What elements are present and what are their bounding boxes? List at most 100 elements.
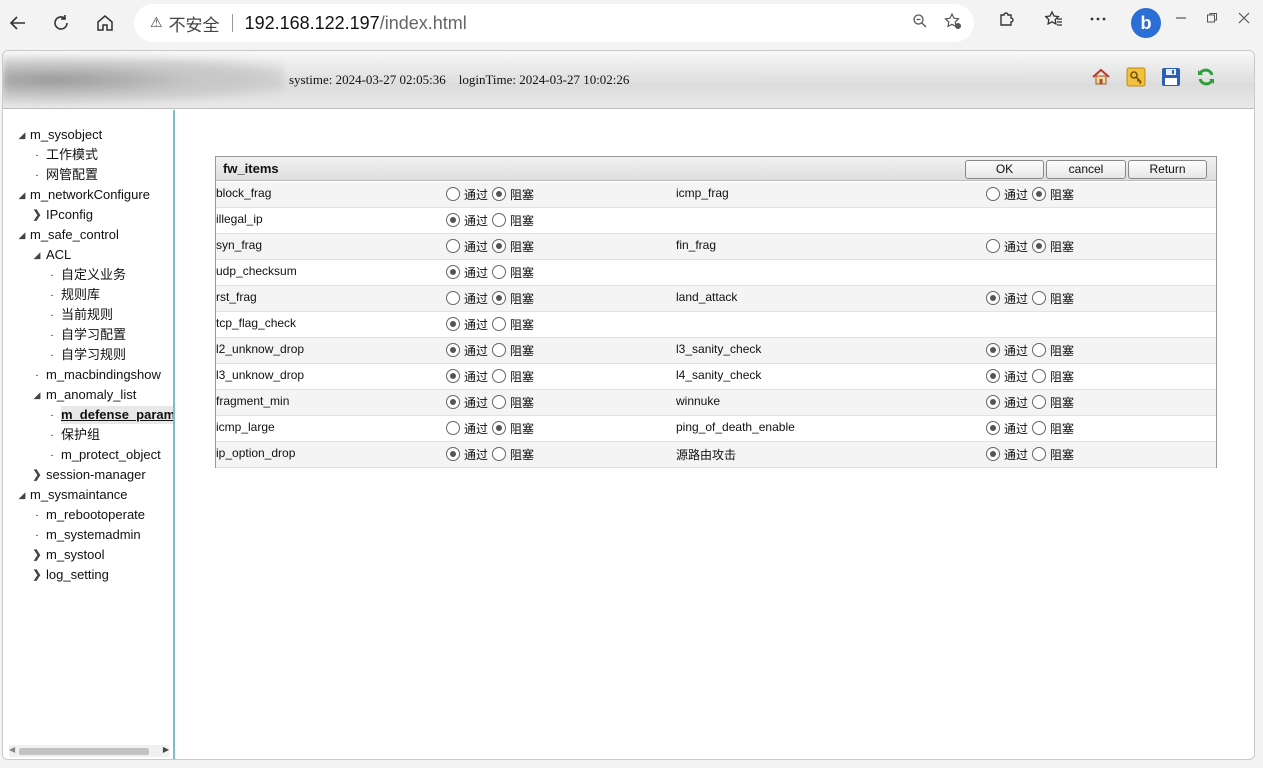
cancel-button[interactable]: cancel (1046, 160, 1126, 179)
return-button[interactable]: Return (1128, 160, 1207, 179)
block-radio[interactable] (1032, 291, 1047, 305)
save-icon[interactable] (1161, 67, 1181, 87)
sidebar-item[interactable]: - m_systemadmin (3, 526, 173, 546)
pass-radio[interactable] (986, 291, 1000, 305)
pass-radio[interactable] (446, 187, 460, 201)
sidebar-item[interactable]: ◢ m_anomaly_list (3, 386, 173, 406)
sidebar-item[interactable]: - 自学习配置 (3, 326, 173, 346)
sidebar-item[interactable]: - 规则库 (3, 286, 173, 306)
expanded-icon[interactable]: ◢ (32, 246, 42, 264)
pass-radio[interactable] (446, 291, 460, 305)
block-radio[interactable] (492, 291, 507, 305)
sidebar-item[interactable]: - m_defense_param (3, 406, 173, 426)
expanded-icon[interactable]: ◢ (32, 386, 42, 404)
pass-label: 通过 (464, 291, 489, 306)
pass-radio[interactable] (446, 369, 460, 383)
sidebar-item[interactable]: ❯ session-manager (3, 466, 173, 486)
sidebar-item[interactable]: - 网管配置 (3, 166, 173, 186)
pass-radio[interactable] (446, 239, 460, 253)
block-radio[interactable] (1032, 187, 1047, 201)
block-radio[interactable] (492, 317, 507, 331)
sidebar-item[interactable]: ❯ log_setting (3, 566, 173, 586)
pass-radio[interactable] (446, 395, 460, 409)
extensions-icon[interactable] (993, 10, 1019, 36)
sidebar-item[interactable]: ❯ IPconfig (3, 206, 173, 226)
block-radio[interactable] (1032, 343, 1047, 357)
collapsed-icon[interactable]: ❯ (32, 466, 42, 484)
home-icon[interactable] (90, 8, 120, 38)
collapsed-icon[interactable]: ❯ (32, 546, 42, 564)
expanded-icon[interactable]: ◢ (17, 226, 27, 244)
close-window-icon[interactable] (1238, 12, 1250, 28)
refresh-icon[interactable] (46, 8, 76, 38)
horizontal-scrollbar[interactable]: ◀ ▶ (9, 745, 169, 757)
sidebar-item[interactable]: - m_protect_object (3, 446, 173, 466)
pass-radio[interactable] (446, 343, 460, 357)
block-radio[interactable] (492, 265, 507, 279)
block-radio[interactable] (492, 187, 507, 201)
sidebar-item[interactable]: ◢ m_sysmaintance (3, 486, 173, 506)
home-icon[interactable] (1091, 67, 1111, 87)
add-favorite-icon[interactable] (944, 12, 962, 35)
ok-button[interactable]: OK (965, 160, 1044, 179)
pass-radio[interactable] (986, 369, 1000, 383)
expanded-icon[interactable]: ◢ (17, 186, 27, 204)
sidebar-item[interactable]: - 当前规则 (3, 306, 173, 326)
refresh-data-icon[interactable] (1196, 67, 1216, 87)
empty-cell (676, 208, 1216, 233)
sidebar-item[interactable]: ◢ ACL (3, 246, 173, 266)
favorites-icon[interactable] (1041, 10, 1067, 36)
sidebar-item[interactable]: - 保护组 (3, 426, 173, 446)
sidebar-item[interactable]: - m_rebootoperate (3, 506, 173, 526)
scroll-right-icon[interactable]: ▶ (163, 745, 169, 754)
sidebar-item[interactable]: - 工作模式 (3, 146, 173, 166)
pass-radio[interactable] (446, 447, 460, 461)
expanded-icon[interactable]: ◢ (17, 126, 27, 144)
pass-radio[interactable] (446, 213, 460, 227)
block-radio[interactable] (492, 239, 507, 253)
sidebar-item[interactable]: ◢ m_sysobject (3, 126, 173, 146)
key-icon[interactable] (1126, 67, 1146, 87)
collapsed-icon[interactable]: ❯ (32, 206, 42, 224)
sidebar-item[interactable]: - 自学习规则 (3, 346, 173, 366)
more-icon[interactable] (1085, 10, 1111, 36)
sidebar-item[interactable]: ◢ m_safe_control (3, 226, 173, 246)
pass-radio[interactable] (986, 187, 1000, 201)
bing-copilot-icon[interactable]: b (1131, 8, 1161, 38)
pass-radio[interactable] (986, 447, 1000, 461)
block-radio[interactable] (492, 421, 507, 435)
sidebar-item[interactable]: ❯ m_systool (3, 546, 173, 566)
zoom-icon[interactable] (912, 13, 928, 33)
leaf-dash-icon: - (50, 410, 54, 420)
sidebar-item[interactable]: - m_macbindingshow (3, 366, 173, 386)
pass-radio[interactable] (986, 421, 1000, 435)
block-radio[interactable] (492, 213, 507, 227)
block-radio[interactable] (1032, 239, 1047, 253)
block-radio[interactable] (492, 447, 507, 461)
block-radio[interactable] (1032, 369, 1047, 383)
scrollbar-thumb[interactable] (19, 748, 149, 755)
pass-radio[interactable] (446, 265, 460, 279)
minimize-icon[interactable] (1175, 12, 1187, 28)
address-bar[interactable]: ⚠ 不安全 192.168.122.197/index.html (134, 4, 974, 42)
expanded-icon[interactable]: ◢ (17, 486, 27, 504)
pass-label: 通过 (464, 187, 489, 202)
block-radio[interactable] (492, 369, 507, 383)
restore-icon[interactable] (1206, 12, 1218, 28)
collapsed-icon[interactable]: ❯ (32, 566, 42, 584)
scroll-left-icon[interactable]: ◀ (9, 745, 15, 754)
pass-radio[interactable] (446, 317, 460, 331)
back-icon[interactable] (3, 8, 33, 38)
pass-radio[interactable] (986, 239, 1000, 253)
sidebar-item[interactable]: ◢ m_networkConfigure (3, 186, 173, 206)
pass-radio[interactable] (446, 421, 460, 435)
block-radio[interactable] (492, 343, 507, 357)
block-radio[interactable] (1032, 447, 1047, 461)
block-radio[interactable] (1032, 421, 1047, 435)
sidebar-item[interactable]: - 自定义业务 (3, 266, 173, 286)
block-radio[interactable] (1032, 395, 1047, 409)
block-radio[interactable] (492, 395, 507, 409)
pass-radio[interactable] (986, 395, 1000, 409)
pass-radio[interactable] (986, 343, 1000, 357)
leaf-dash-icon: - (35, 510, 39, 520)
